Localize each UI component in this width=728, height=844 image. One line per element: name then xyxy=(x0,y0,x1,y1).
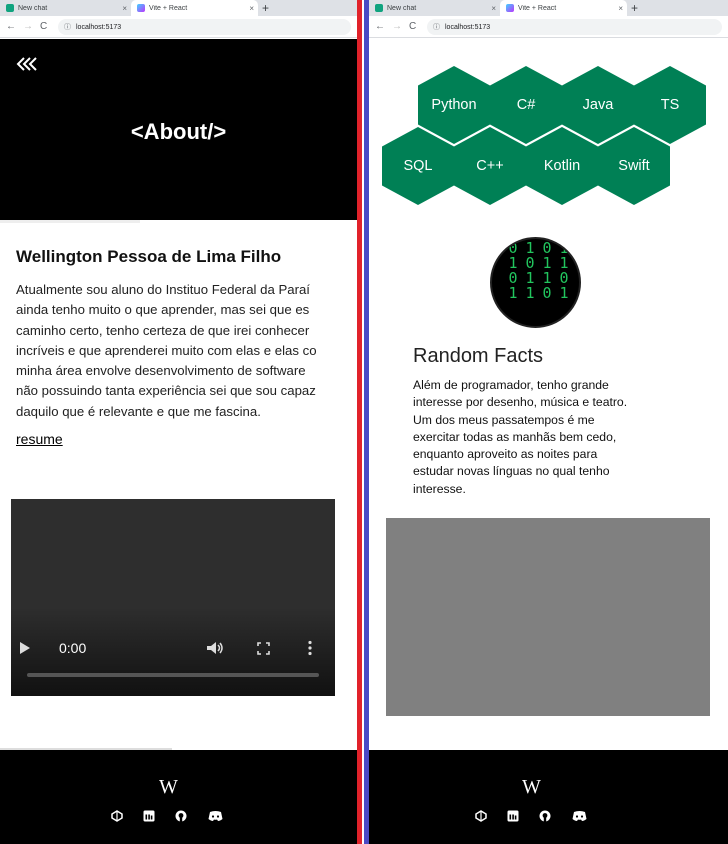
video-progress-bar[interactable] xyxy=(27,673,319,677)
footer-logo: W xyxy=(522,776,541,798)
back-icon[interactable]: ← xyxy=(375,20,385,34)
binary-column: 0 1 1 0 xyxy=(542,239,552,302)
tab-title: New chat xyxy=(387,4,417,12)
binary-column: 1 0 1 1 xyxy=(525,239,535,302)
tab-title: New chat xyxy=(18,4,48,12)
footer: W xyxy=(369,750,728,844)
facts-line: interesse por desenho, música e teatro. xyxy=(413,395,628,410)
bio-line: minha área envolve desenvolvimento de so… xyxy=(16,363,306,379)
video-time: 0:00 xyxy=(59,640,87,656)
bio-line: incríveis e que aprenderei muito com ela… xyxy=(16,342,317,358)
page-title: <About/> xyxy=(130,119,227,144)
back-icon[interactable]: ← xyxy=(6,20,16,34)
vite-favicon-icon xyxy=(137,4,145,12)
facts-line: estudar novas línguas no qual tenho xyxy=(413,464,610,479)
linkedin-icon[interactable] xyxy=(507,810,519,822)
site-info-icon[interactable]: ⓘ xyxy=(64,22,71,32)
url-input[interactable]: ⓘ localhost:5173 xyxy=(427,19,722,35)
site-info-icon[interactable]: ⓘ xyxy=(433,22,440,32)
tab-close-icon[interactable]: × xyxy=(491,4,496,13)
address-bar-row: ← → C ⓘ localhost:5173 xyxy=(0,16,357,38)
author-name: Wellington Pessoa de Lima Filho xyxy=(16,247,282,266)
vite-favicon-icon xyxy=(506,4,514,12)
tab-close-icon[interactable]: × xyxy=(249,4,254,13)
tab-strip: New chat × Vite + React × + xyxy=(0,0,357,16)
new-tab-button[interactable]: + xyxy=(631,0,638,16)
codepen-icon[interactable] xyxy=(111,810,123,822)
left-browser-window: New chat × Vite + React × + ← → C ⓘ loca… xyxy=(0,0,357,844)
github-icon[interactable] xyxy=(539,810,551,822)
new-tab-button[interactable]: + xyxy=(262,0,269,16)
tab-new-chat[interactable]: New chat × xyxy=(369,0,500,16)
bio-line: ainda tenho muito o que aprender, mas se… xyxy=(16,302,310,318)
footer: W xyxy=(0,750,357,844)
tab-new-chat[interactable]: New chat × xyxy=(0,0,131,16)
avatar: 0 1 0 1 1 0 1 1 0 1 1 0 1 1 0 1 xyxy=(490,237,581,328)
address-bar-row: ← → C ⓘ localhost:5173 xyxy=(369,16,728,38)
media-placeholder xyxy=(386,518,710,716)
footer-logo: W xyxy=(159,776,178,798)
discord-icon[interactable] xyxy=(572,810,587,822)
github-icon[interactable] xyxy=(175,810,187,822)
url-input[interactable]: ⓘ localhost:5173 xyxy=(58,19,351,35)
bio-line: não possuindo tanta experiência sei que … xyxy=(16,383,316,399)
binary-column: 1 1 0 1 xyxy=(559,239,569,302)
forward-icon[interactable]: → xyxy=(392,20,402,34)
bio-paragraph: Atualmente sou aluno do Instituo Federal… xyxy=(16,280,352,422)
chatgpt-favicon-icon xyxy=(6,4,14,12)
bio-line: caminho certo, tenho certeza de que irei… xyxy=(16,322,310,338)
url-text: localhost:5173 xyxy=(76,23,122,31)
bio-line: Atualmente sou aluno do Instituo Federal… xyxy=(16,282,310,297)
chatgpt-favicon-icon xyxy=(375,4,383,12)
codepen-icon[interactable] xyxy=(475,810,487,822)
facts-line: interesse. xyxy=(413,481,466,496)
binary-column: 0 1 0 1 xyxy=(508,239,518,302)
hero-divider xyxy=(0,220,140,223)
facts-line: Além de programador, tenho grande xyxy=(413,378,609,392)
fullscreen-icon[interactable] xyxy=(257,642,270,655)
forward-icon[interactable]: → xyxy=(23,20,33,34)
tab-title: Vite + React xyxy=(149,4,188,12)
linkedin-icon[interactable] xyxy=(143,810,155,822)
facts-line: exercitar todas as manhãs bem cedo, xyxy=(413,429,617,444)
more-options-icon[interactable] xyxy=(307,640,313,656)
tab-close-icon[interactable]: × xyxy=(618,4,623,13)
video-player[interactable] xyxy=(11,499,335,696)
tab-title: Vite + React xyxy=(518,4,557,12)
play-icon[interactable] xyxy=(19,641,31,655)
back-arrows-icon[interactable] xyxy=(16,57,40,71)
volume-icon[interactable] xyxy=(206,641,224,655)
reload-icon[interactable]: C xyxy=(40,20,47,34)
tab-close-icon[interactable]: × xyxy=(122,4,127,13)
bio-line: daquilo que é relevante e que me fascina… xyxy=(16,403,261,419)
facts-line: Um dos meus passatempos é me xyxy=(413,412,595,427)
tab-vite-react[interactable]: Vite + React × xyxy=(131,0,258,16)
reload-icon[interactable]: C xyxy=(409,20,416,34)
facts-paragraph: Além de programador, tenho grande intere… xyxy=(413,377,653,498)
facts-title: Random Facts xyxy=(413,345,544,367)
discord-icon[interactable] xyxy=(208,810,223,822)
about-hero: <About/> xyxy=(0,39,357,220)
resume-link[interactable]: resume xyxy=(16,431,63,447)
url-text: localhost:5173 xyxy=(445,23,491,31)
facts-line: enquanto aproveito as noites para xyxy=(413,447,598,462)
tab-vite-react[interactable]: Vite + React × xyxy=(500,0,627,16)
tab-strip: New chat × Vite + React × + xyxy=(369,0,728,16)
